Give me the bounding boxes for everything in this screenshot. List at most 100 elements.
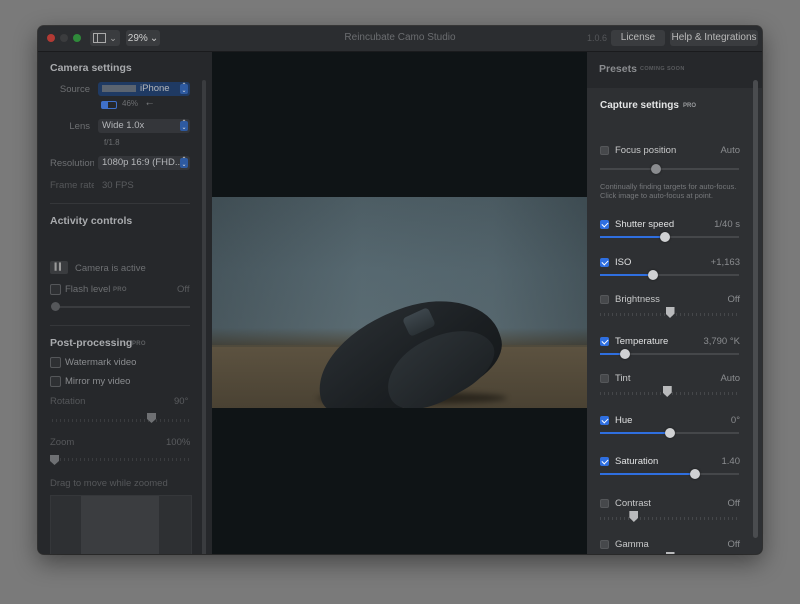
drag-hint: Drag to move while zoomed [50, 478, 168, 489]
zoom-slider-value: 100% [166, 437, 191, 448]
rotation-value: 90° [174, 396, 189, 407]
pause-button[interactable]: ▍▍ [50, 261, 68, 274]
license-button[interactable]: License [611, 30, 665, 46]
capture-setting-label: Gamma [615, 539, 649, 550]
framerate-label: Frame rate [50, 180, 94, 191]
redacted-device-name [102, 84, 136, 92]
activity-controls-title: Activity controls [50, 215, 133, 227]
capture-checkbox[interactable] [600, 540, 609, 549]
capture-slider-knob[interactable] [620, 349, 631, 359]
capture-slider-fill [600, 274, 653, 276]
watermark-checkbox[interactable] [50, 357, 61, 368]
mirror-checkbox[interactable] [50, 376, 61, 387]
capture-checkbox[interactable] [600, 258, 609, 267]
capture-setting-value: Off [727, 294, 741, 305]
source-select[interactable]: iPhone ⌃ ⌄ [98, 82, 190, 96]
pro-badge: PRO [132, 341, 146, 347]
resolution-value: 1080p 16:9 (FHD... [102, 157, 183, 168]
title-bar: ⌄ 29% ⌄ Reincubate Camo Studio 1.0.6 Lic… [38, 26, 762, 52]
capture-checkbox[interactable] [600, 416, 609, 425]
left-panel: Camera settings Source iPhone ⌃ ⌄ 46% ⭠ L… [38, 52, 212, 554]
source-value: iPhone [140, 83, 170, 94]
pause-icon: ▍▍ [54, 264, 65, 271]
mirror-label: Mirror my video [65, 376, 131, 387]
help-integrations-button[interactable]: Help & Integrations [670, 30, 758, 46]
post-processing-title: Post-processing [50, 337, 133, 349]
capture-checkbox[interactable] [600, 499, 609, 508]
capture-setting-value: 1.40 [721, 456, 741, 467]
capture-slider-fill [600, 432, 670, 434]
right-panel: Presets COMING SOON Capture settings PRO… [587, 52, 762, 554]
usb-icon: ⭠ [146, 98, 154, 108]
capture-checkbox[interactable] [600, 457, 609, 466]
capture-setting-value: Auto [720, 145, 740, 156]
capture-checkbox[interactable] [600, 374, 609, 383]
coming-soon-badge: COMING SOON [640, 66, 685, 72]
capture-setting-value: Off [727, 498, 741, 509]
capture-slider-fill [600, 473, 695, 475]
camera-feed-image[interactable] [212, 197, 587, 408]
watermark-label: Watermark video [65, 357, 137, 368]
capture-slider-knob[interactable] [665, 552, 675, 554]
chevron-updown-icon: ⌃ ⌄ [180, 157, 188, 168]
capture-slider-knob[interactable] [650, 164, 661, 174]
capture-checkbox[interactable] [600, 337, 609, 346]
focus-note: Continually finding targets for auto-foc… [600, 182, 737, 200]
capture-setting-value: Auto [720, 373, 740, 384]
flash-slider-knob[interactable] [51, 302, 60, 311]
capture-slider-ticks [600, 517, 739, 520]
capture-setting-value: 1/40 s [714, 219, 740, 230]
capture-checkbox[interactable] [600, 146, 609, 155]
capture-settings-panel [587, 88, 762, 554]
video-preview-area[interactable] [212, 52, 587, 554]
capture-setting-label: Shutter speed [615, 219, 675, 230]
lens-value: Wide 1.0x [102, 120, 145, 131]
divider [50, 203, 190, 204]
capture-setting-label: Hue [615, 415, 633, 426]
capture-slider-track[interactable] [600, 168, 739, 170]
version-label: 1.0.6 [587, 33, 608, 43]
rotation-ticks [52, 419, 190, 422]
flash-slider-track[interactable] [52, 306, 190, 308]
pro-badge: PRO [113, 287, 127, 293]
capture-setting-value: 3,790 °K [703, 336, 740, 347]
capture-setting-label: Brightness [615, 294, 660, 305]
capture-slider-fill [600, 236, 666, 238]
capture-slider-knob[interactable] [664, 428, 675, 438]
capture-setting-value: +1,163 [710, 257, 740, 268]
zoom-ticks [52, 458, 190, 461]
divider [50, 325, 190, 326]
capture-checkbox[interactable] [600, 295, 609, 304]
right-scrollbar[interactable] [753, 80, 758, 538]
left-scrollbar[interactable] [202, 80, 206, 554]
aperture-value: f/1.8 [104, 138, 120, 147]
capture-setting-label: Temperature [615, 336, 669, 347]
zoom-slider-knob[interactable] [50, 455, 59, 465]
flash-label: Flash level [65, 284, 111, 295]
camera-status: Camera is active [75, 263, 146, 274]
app-window: ⌄ 29% ⌄ Reincubate Camo Studio 1.0.6 Lic… [38, 26, 762, 554]
chevron-updown-icon: ⌃ ⌄ [180, 83, 188, 94]
presets-title: Presets [599, 63, 637, 75]
capture-setting-label: Tint [615, 373, 631, 384]
zoom-viewport[interactable] [81, 496, 159, 554]
source-label: Source [59, 84, 90, 95]
capture-slider-knob[interactable] [689, 469, 700, 479]
capture-settings-title: Capture settings [600, 100, 679, 111]
camera-settings-title: Camera settings [50, 62, 132, 74]
resolution-select[interactable]: 1080p 16:9 (FHD... ⌃ ⌄ [98, 156, 190, 170]
pro-badge: PRO [683, 103, 697, 109]
lens-select[interactable]: Wide 1.0x ⌃ ⌄ [98, 119, 190, 133]
resolution-label: Resolution [50, 158, 94, 169]
capture-setting-label: Focus position [615, 145, 677, 156]
rotation-label: Rotation [50, 396, 86, 407]
zoom-navigator[interactable] [50, 495, 192, 554]
chevron-updown-icon: ⌃ ⌄ [180, 120, 188, 131]
capture-slider-knob[interactable] [647, 270, 658, 280]
lens-label: Lens [69, 121, 90, 132]
capture-setting-label: Contrast [615, 498, 651, 509]
capture-checkbox[interactable] [600, 220, 609, 229]
flash-checkbox[interactable] [50, 284, 61, 295]
zoom-label: Zoom [50, 437, 75, 448]
flash-value: Off [177, 284, 190, 295]
